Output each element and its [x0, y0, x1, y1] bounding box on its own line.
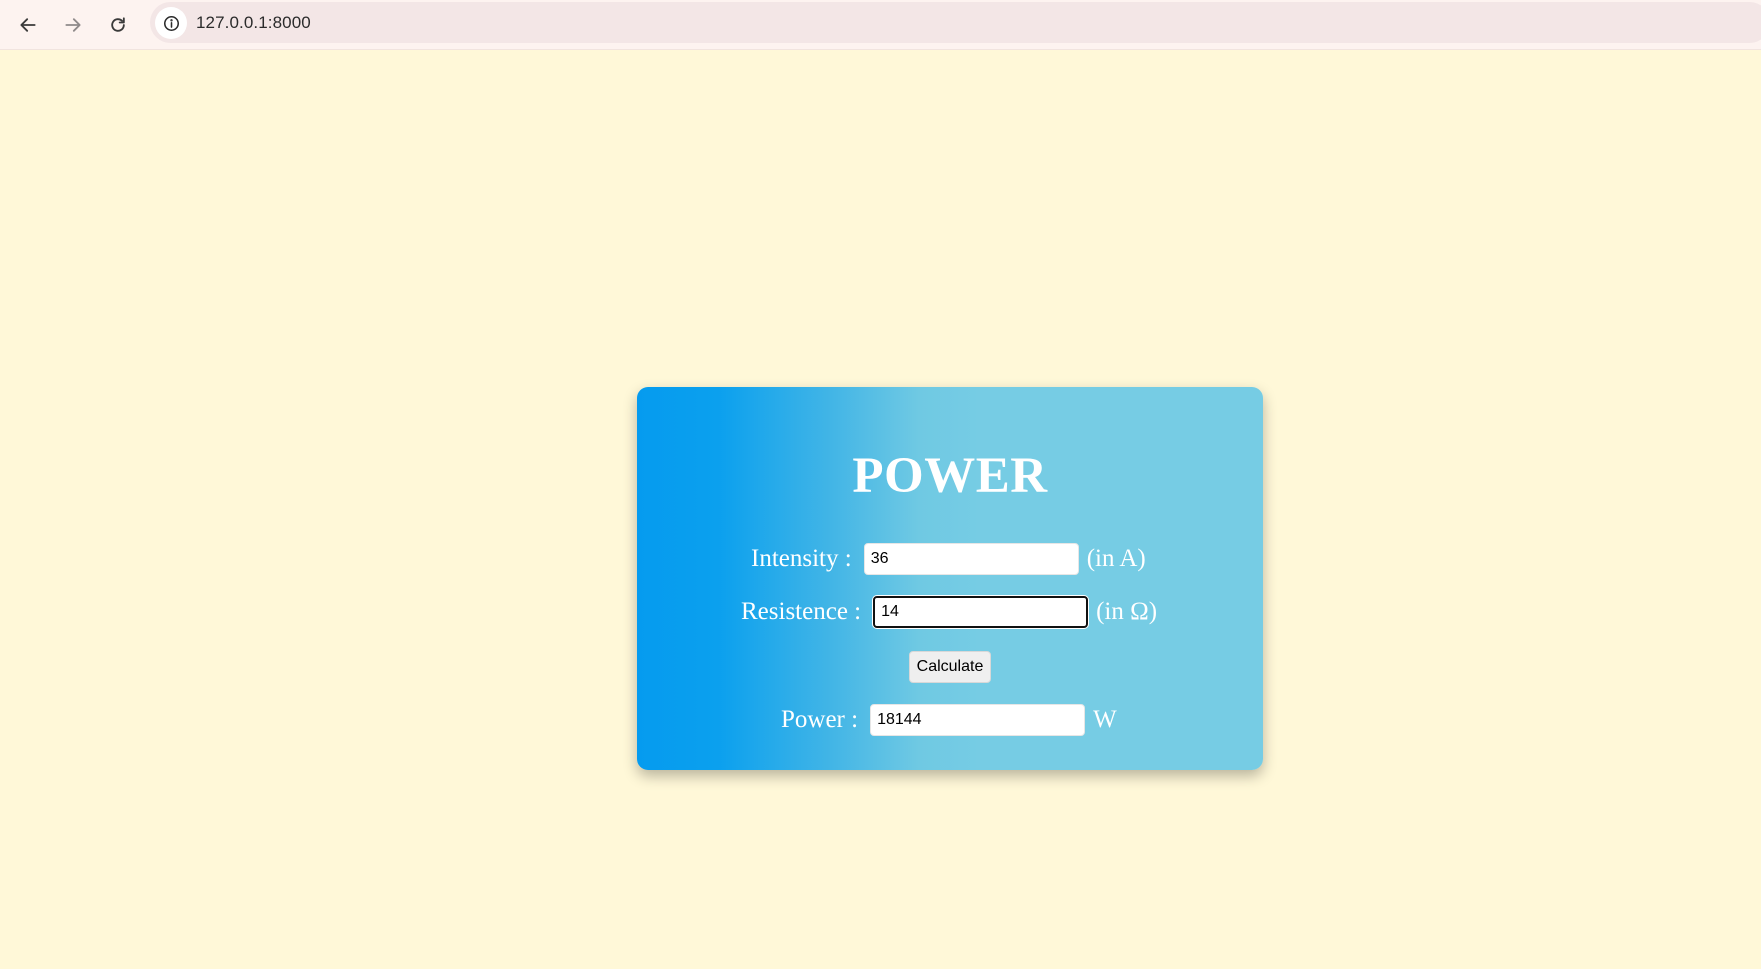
info-icon: [163, 15, 179, 31]
intensity-input[interactable]: [863, 543, 1079, 575]
intensity-row: Intensity : (in A): [751, 542, 1146, 576]
power-output[interactable]: [870, 704, 1086, 736]
reload-button[interactable]: [103, 10, 133, 40]
browser-toolbar: 127.0.0.1:8000: [0, 0, 1761, 50]
intensity-label: Intensity :: [751, 545, 852, 572]
forward-button[interactable]: [58, 10, 88, 40]
address-bar[interactable]: 127.0.0.1:8000: [150, 2, 1761, 43]
arrow-left-icon: [20, 18, 36, 32]
back-button[interactable]: [13, 10, 43, 40]
resistence-unit: (in Ω): [1096, 598, 1158, 625]
reload-icon: [111, 17, 125, 32]
url-text[interactable]: 127.0.0.1:8000: [196, 13, 311, 33]
power-calculator-card: POWER Intensity : (in A) Resistence : (i…: [637, 387, 1263, 770]
arrow-right-icon: [65, 18, 81, 32]
site-info-button[interactable]: [155, 7, 187, 39]
intensity-unit: (in A): [1086, 545, 1146, 572]
page-title: POWER: [852, 448, 1048, 504]
power-row: Power : W: [781, 703, 1117, 737]
resistence-row: Resistence : (in Ω): [741, 595, 1157, 629]
power-unit: W: [1093, 706, 1117, 733]
calculate-button[interactable]: Calculate: [909, 651, 991, 683]
resistence-input[interactable]: [873, 596, 1089, 628]
power-label: Power :: [781, 706, 859, 733]
resistence-label: Resistence :: [741, 598, 862, 625]
